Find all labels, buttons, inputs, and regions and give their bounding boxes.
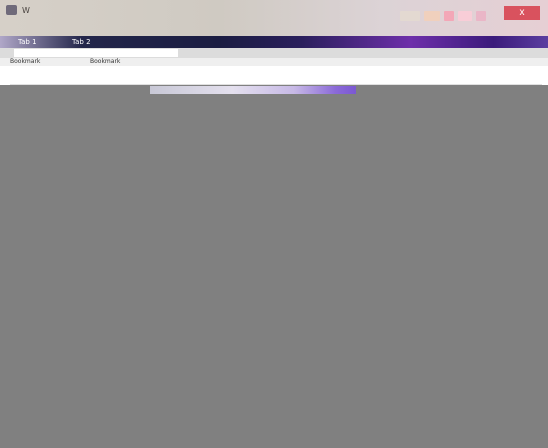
app-icon [6, 5, 17, 15]
address-input[interactable] [14, 49, 178, 57]
bookmark-item[interactable]: Bookmark [90, 58, 120, 66]
browser-window: W x Tab 1 Tab 2 Bookmark Bookmark [0, 0, 548, 448]
window-title: W [22, 6, 31, 15]
page-canvas [0, 85, 548, 448]
tab-item[interactable]: Tab 2 [72, 36, 91, 48]
toolbar-chip[interactable] [458, 10, 472, 21]
title-toolbar [400, 10, 486, 21]
toolbar-chip[interactable] [400, 10, 420, 21]
tab-item[interactable]: Tab 1 [18, 36, 37, 48]
bookmarks-bar: Bookmark Bookmark [0, 58, 548, 66]
address-bar [0, 48, 548, 58]
loading-strip [150, 86, 356, 94]
close-button[interactable]: x [504, 6, 540, 20]
bookmark-item[interactable]: Bookmark [10, 58, 40, 66]
tab-bar: Tab 1 Tab 2 [0, 36, 548, 48]
toolbar-chip[interactable] [424, 10, 440, 21]
toolbar-chip[interactable] [444, 10, 454, 21]
content-header [10, 66, 542, 85]
toolbar-chip[interactable] [476, 10, 486, 21]
title-bar: W x [0, 0, 548, 36]
